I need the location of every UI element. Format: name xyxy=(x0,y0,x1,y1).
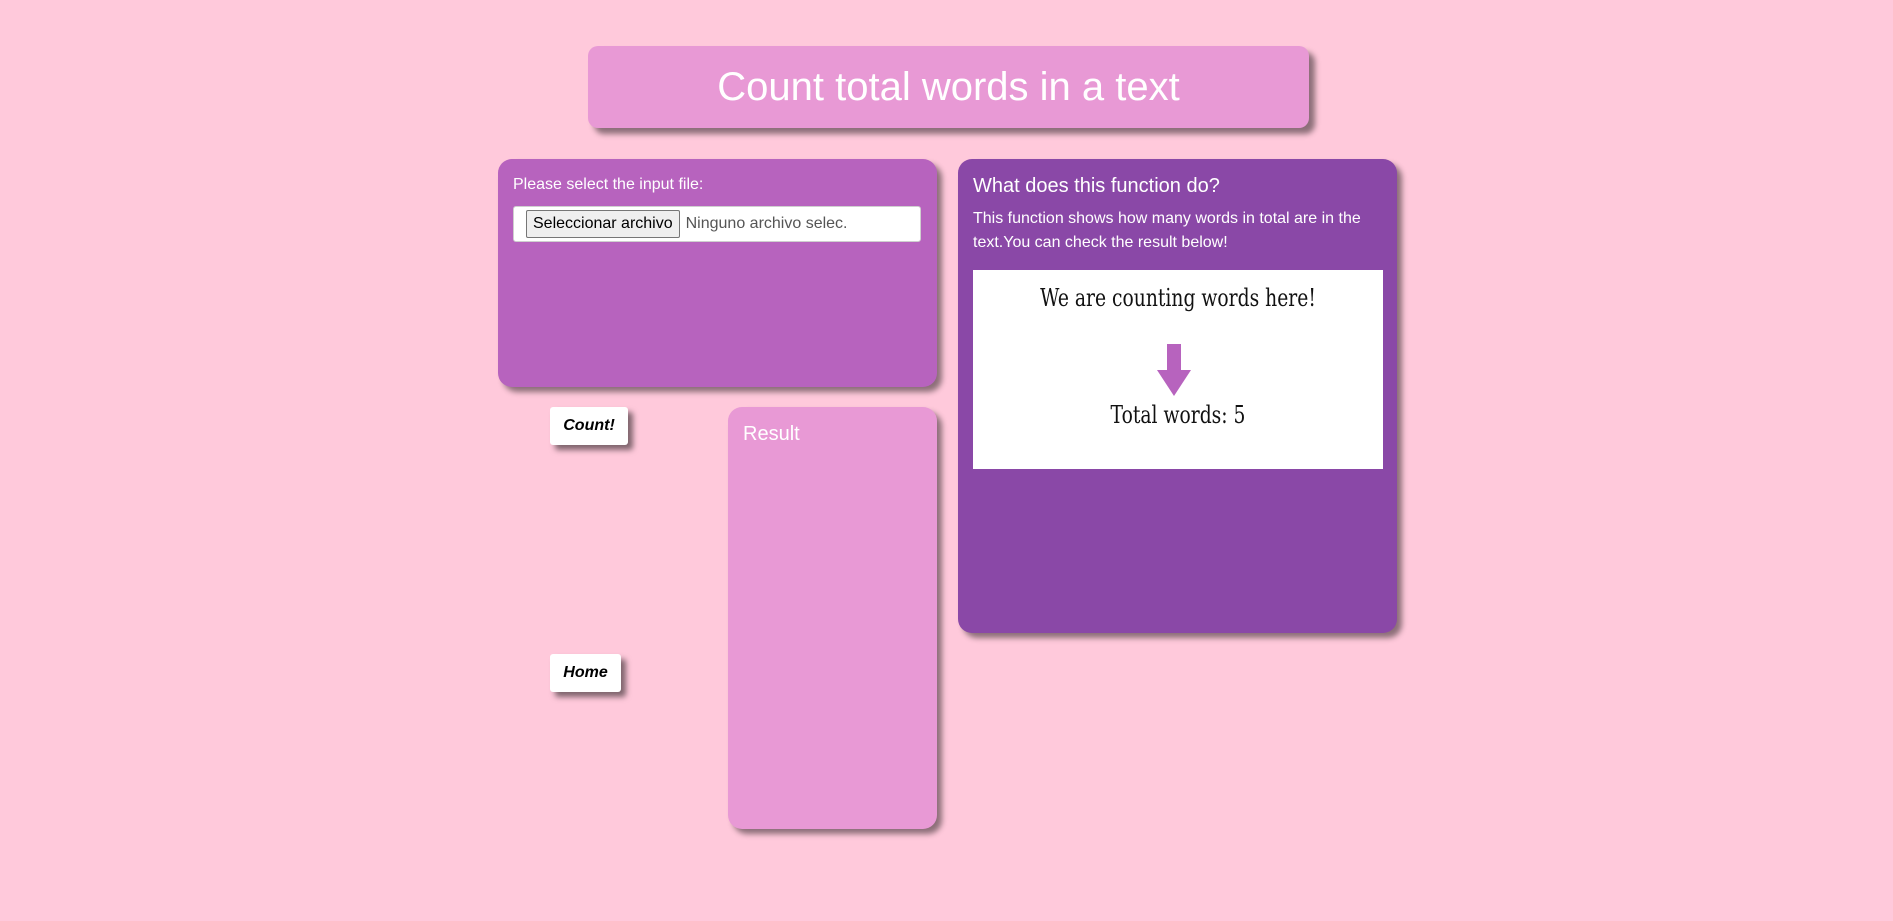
page-title: Count total words in a text xyxy=(717,64,1180,109)
info-title: What does this function do? xyxy=(973,175,1220,197)
input-file-label: Please select the input file: xyxy=(513,176,704,193)
count-button[interactable]: Count! xyxy=(550,407,628,445)
arrow-down-icon xyxy=(1157,344,1191,396)
input-panel: Please select the input file: Selecciona… xyxy=(498,159,937,387)
info-description: This function shows how many words in to… xyxy=(973,210,1361,251)
example-image: We are counting words here! Total words:… xyxy=(973,270,1383,469)
file-status-text: Ninguno archivo selec. xyxy=(685,215,848,232)
info-panel: What does this function do? This functio… xyxy=(958,159,1397,633)
example-input-text: We are counting words here! xyxy=(1040,284,1316,312)
choose-file-button[interactable]: Seleccionar archivo xyxy=(526,210,680,238)
example-output-text: Total words: 5 xyxy=(1110,401,1246,429)
file-input[interactable]: Seleccionar archivo Ninguno archivo sele… xyxy=(513,206,921,242)
result-title: Result xyxy=(743,423,800,445)
result-panel: Result xyxy=(728,407,937,829)
home-button[interactable]: Home xyxy=(550,654,621,692)
title-banner: Count total words in a text xyxy=(588,46,1309,128)
